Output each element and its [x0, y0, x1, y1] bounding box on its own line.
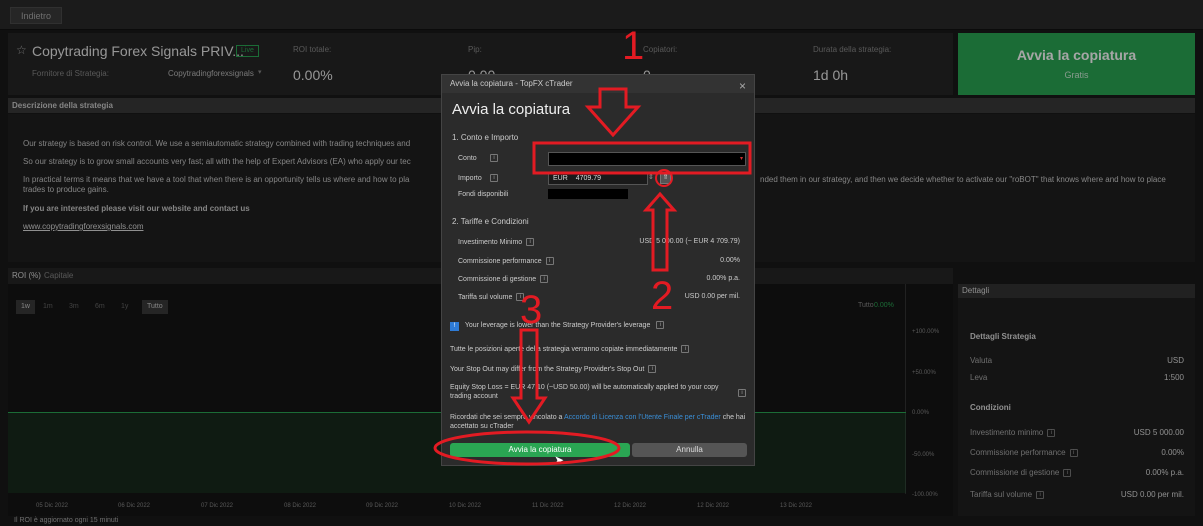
annotation-box-account: [532, 141, 752, 175]
annotation-ellipse-confirm: [433, 430, 621, 466]
annotation-layer: [433, 87, 752, 466]
annotation-arrow-down-3: [510, 328, 548, 425]
annotation-arrow-up-2: [642, 191, 678, 272]
annotation-arrow-down-1: [584, 87, 642, 138]
annotation-number-1: 1: [622, 24, 645, 68]
annotation-number-3: 3: [520, 288, 543, 332]
annotation-number-2: 2: [651, 274, 674, 318]
